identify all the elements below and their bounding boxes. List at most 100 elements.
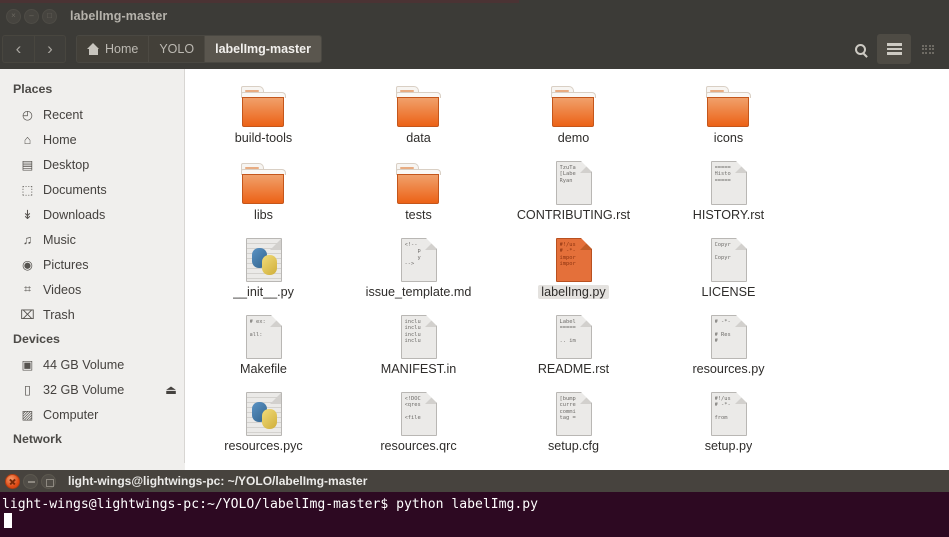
back-button[interactable]: ‹ [2,35,34,63]
file-item[interactable]: <!DOC <qres <file resources.qrc [341,381,496,458]
file-item[interactable]: #!/us # -*- impor impor labelImg.py [496,227,651,304]
sidebar-item-desktop[interactable]: ▤ Desktop [0,152,185,177]
file-name-label: labelImg.py [538,285,609,299]
search-icon [854,43,866,55]
file-item[interactable]: [bump curre commi tag = setup.cfg [496,381,651,458]
terminal-screen[interactable]: light-wings@lightwings-pc:~/YOLO/labelIm… [0,492,949,530]
file-name-label: resources.py [692,362,765,376]
file-name-label: demo [557,131,590,145]
download-icon: ↡ [22,208,33,222]
sidebar-item-home[interactable]: ⌂ Home [0,127,185,152]
file-item[interactable]: inclu inclu inclu inclu MANIFEST.in [341,304,496,381]
terminal-title: light-wings@lightwings-pc: ~/YOLO/labelI… [68,474,368,488]
file-item[interactable]: # ex: all: Makefile [186,304,341,381]
file-item[interactable]: TzuTa [Labe Ryan CONTRIBUTING.rst [496,150,651,227]
file-item[interactable]: ===== Histo ===== HISTORY.rst [651,150,806,227]
sidebar-item-recent[interactable]: ◴ Recent [0,102,185,127]
file-name-label: __init__.py [233,285,294,299]
file-item[interactable]: __init__.py [186,227,341,304]
sidebar-item-label: Computer [43,407,99,422]
sidebar-item-documents[interactable]: ⬚ Documents [0,177,185,202]
window-titlebar: × – □ labelImg-master [0,3,949,29]
file-icon-wrapper: # -*- # Res # [710,311,747,359]
eject-icon[interactable]: ⏏ [165,382,177,397]
breadcrumb: Home YOLO labelImg-master [76,35,322,63]
file-name-label: HISTORY.rst [692,208,765,222]
file-item[interactable]: #!/us # -*- from setup.py [651,381,806,458]
breadcrumb-label: Home [105,42,139,56]
window-close-button[interactable]: × [6,8,21,24]
sidebar-item-computer[interactable]: ▨ Computer [0,402,185,427]
file-preview-text: #!/us # -*- impor impor [559,242,576,268]
navigation-buttons: ‹ › [2,35,66,63]
breadcrumb-item-home[interactable]: Home [77,36,150,62]
forward-button[interactable]: › [34,35,66,63]
trash-icon: ⌧ [20,308,35,322]
sidebar-item-videos[interactable]: ⌗ Videos [0,277,185,302]
text-file-icon: <!-- p y --> [400,238,437,282]
file-item[interactable]: libs [186,150,341,227]
terminal-window[interactable]: light-wings@lightwings-pc: ~/YOLO/labelI… [0,470,949,537]
page-fold-icon [734,393,746,404]
search-button[interactable] [843,34,877,64]
file-preview-text: <!-- p y --> [404,242,421,268]
page-fold-icon [424,316,436,327]
file-item[interactable]: resources.pyc [186,381,341,458]
document-icon: ⬚ [21,183,34,197]
sidebar-item-label: Pictures [43,257,89,272]
folder-icon [241,163,286,205]
folder-icon [551,86,596,128]
file-item[interactable]: icons [651,73,806,150]
sidebar-item-label: Trash [43,307,75,322]
file-item[interactable]: Label ===== .. im README.rst [496,304,651,381]
sidebar-item-label: 44 GB Volume [43,357,125,372]
sidebar-item-label: Music [43,232,76,247]
window-minimize-button[interactable]: – [24,8,39,24]
grid-view-button[interactable] [911,34,945,64]
file-icon-wrapper: inclu inclu inclu inclu [400,311,437,359]
file-icon-wrapper: <!DOC <qres <file [400,388,437,436]
terminal-window-controls [5,473,56,489]
list-view-button[interactable] [877,34,911,64]
file-icon-wrapper: [bump curre commi tag = [555,388,592,436]
file-item[interactable]: Copyr Copyr LICENSE [651,227,806,304]
file-icon-wrapper: TzuTa [Labe Ryan [555,157,592,205]
clock-icon: ◴ [22,108,33,122]
file-item[interactable]: <!-- p y --> issue_template.md [341,227,496,304]
minimize-icon: – [29,11,34,20]
text-file-icon: [bump curre commi tag = [555,392,592,436]
page-fold-icon [734,162,746,173]
sidebar-item-44gb-volume[interactable]: ▣ 44 GB Volume [0,352,185,377]
sidebar-item-music[interactable]: ♫ Music [0,227,185,252]
terminal-maximize-button[interactable] [41,473,56,489]
breadcrumb-item-labelimg-master[interactable]: labelImg-master [205,36,321,62]
file-item[interactable]: build-tools [186,73,341,150]
camera-icon: ◉ [22,258,33,272]
sidebar-item-32gb-volume[interactable]: ▯ 32 GB Volume ⏏ [0,377,185,402]
file-icon-wrapper [241,80,286,128]
text-file-icon: <!DOC <qres <file [400,392,437,436]
page-fold-icon [579,239,591,250]
sidebar-item-downloads[interactable]: ↡ Downloads [0,202,185,227]
file-name-label: resources.pyc [224,439,303,453]
window-maximize-button[interactable]: □ [42,8,57,24]
file-list-area[interactable]: build-tools data demo icons libs tests TzuTa [… [185,69,949,470]
python-file-icon [245,392,282,436]
file-item[interactable]: demo [496,73,651,150]
terminal-close-button[interactable] [5,473,20,489]
file-icon-wrapper [245,388,282,436]
file-item[interactable]: tests [341,150,496,227]
film-icon: ⌗ [23,282,32,296]
file-item[interactable]: data [341,73,496,150]
file-icon-wrapper [551,80,596,128]
sidebar-item-pictures[interactable]: ◉ Pictures [0,252,185,277]
sidebar-item-trash[interactable]: ⌧ Trash [0,302,185,327]
file-name-label: issue_template.md [365,285,472,299]
file-icon-wrapper: Label ===== .. im [555,311,592,359]
file-icon-wrapper: # ex: all: [245,311,282,359]
terminal-minimize-button[interactable] [23,473,38,489]
file-grid: build-tools data demo icons libs tests TzuTa [… [185,73,949,458]
breadcrumb-item-yolo[interactable]: YOLO [149,36,206,62]
file-icon-wrapper: #!/us # -*- from [710,388,747,436]
file-item[interactable]: # -*- # Res # resources.py [651,304,806,381]
